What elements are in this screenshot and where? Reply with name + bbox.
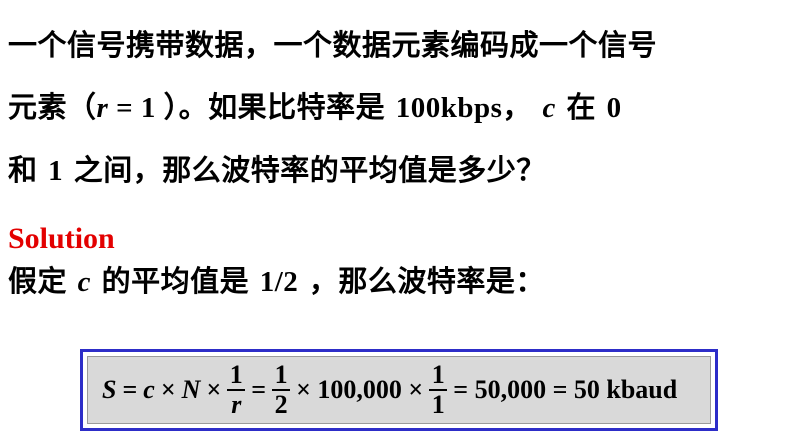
- r-equals-one: = 1: [108, 92, 164, 124]
- formula-N: N: [181, 375, 201, 404]
- problem-line-3-and: 和: [8, 153, 38, 187]
- range-zero: 0: [606, 92, 622, 124]
- formula-box: S = c × N × 1 r = 1 2 × 100,000 × 1 1 = …: [80, 349, 718, 431]
- problem-line-1: 一个信号携带数据，一个数据元素编码成一个信号: [8, 14, 794, 76]
- problem-line-3: 和 1 之间，那么波特率的平均值是多少？: [8, 139, 794, 202]
- problem-line-3-rest: 之间，那么波特率的平均值是多少？: [73, 153, 546, 187]
- fraction-2-numerator: 1: [274, 360, 288, 389]
- problem-line-2-comma: ，: [502, 90, 532, 124]
- fraction-one-over-r: 1 r: [227, 360, 246, 419]
- solution-heading: Solution: [8, 222, 115, 255]
- solution-text: 假定 c 的平均值是 1/2 ，那么波特率是：: [8, 258, 545, 300]
- formula-result: = 50,000 = 50 kbaud: [453, 375, 678, 404]
- formula-c: c: [143, 375, 155, 404]
- problem-line-2-mid: ）。如果比特率是: [163, 90, 386, 124]
- fraction-3-denominator: 1: [431, 390, 445, 419]
- problem-line-2: 元素（r = 1 ）。如果比特率是 100kbps， c 在 0: [8, 76, 794, 139]
- solution-text-prefix: 假定: [8, 264, 68, 298]
- solution-variable-c: c: [77, 266, 91, 298]
- solution-text-suffix: ，那么波特率是：: [308, 264, 545, 298]
- fraction-2-denominator: 2: [274, 390, 288, 419]
- problem-statement: 一个信号携带数据，一个数据元素编码成一个信号 元素（r = 1 ）。如果比特率是…: [8, 14, 794, 202]
- slide: 一个信号携带数据，一个数据元素编码成一个信号 元素（r = 1 ）。如果比特率是…: [0, 0, 802, 444]
- solution-average-value: 1/2: [259, 266, 299, 298]
- formula: S = c × N × 1 r = 1 2 × 100,000 × 1 1 = …: [87, 356, 711, 424]
- problem-line-1-text: 一个信号携带数据，一个数据元素编码成一个信号: [8, 28, 658, 62]
- formula-equals-2: =: [251, 375, 267, 404]
- formula-times-100000: × 100,000 ×: [296, 375, 424, 404]
- variable-c: c: [542, 92, 556, 124]
- fraction-one-over-one: 1 1: [429, 360, 448, 419]
- fraction-3-numerator: 1: [431, 360, 445, 389]
- solution-text-mid: 的平均值是: [101, 264, 250, 298]
- variable-r: r: [96, 92, 109, 124]
- formula-equals-1: =: [122, 375, 138, 404]
- fraction-1-denominator: r: [231, 390, 242, 419]
- problem-line-2-at: 在: [566, 90, 597, 124]
- fraction-one-half: 1 2: [272, 360, 291, 419]
- fraction-1-numerator: 1: [229, 360, 243, 389]
- bit-rate-value: 100kbps: [395, 92, 503, 124]
- range-one: 1: [48, 155, 64, 187]
- formula-S: S: [102, 375, 117, 404]
- formula-times-2: ×: [206, 375, 222, 404]
- problem-line-2-prefix: 元素（: [8, 90, 97, 124]
- formula-times-1: ×: [160, 375, 176, 404]
